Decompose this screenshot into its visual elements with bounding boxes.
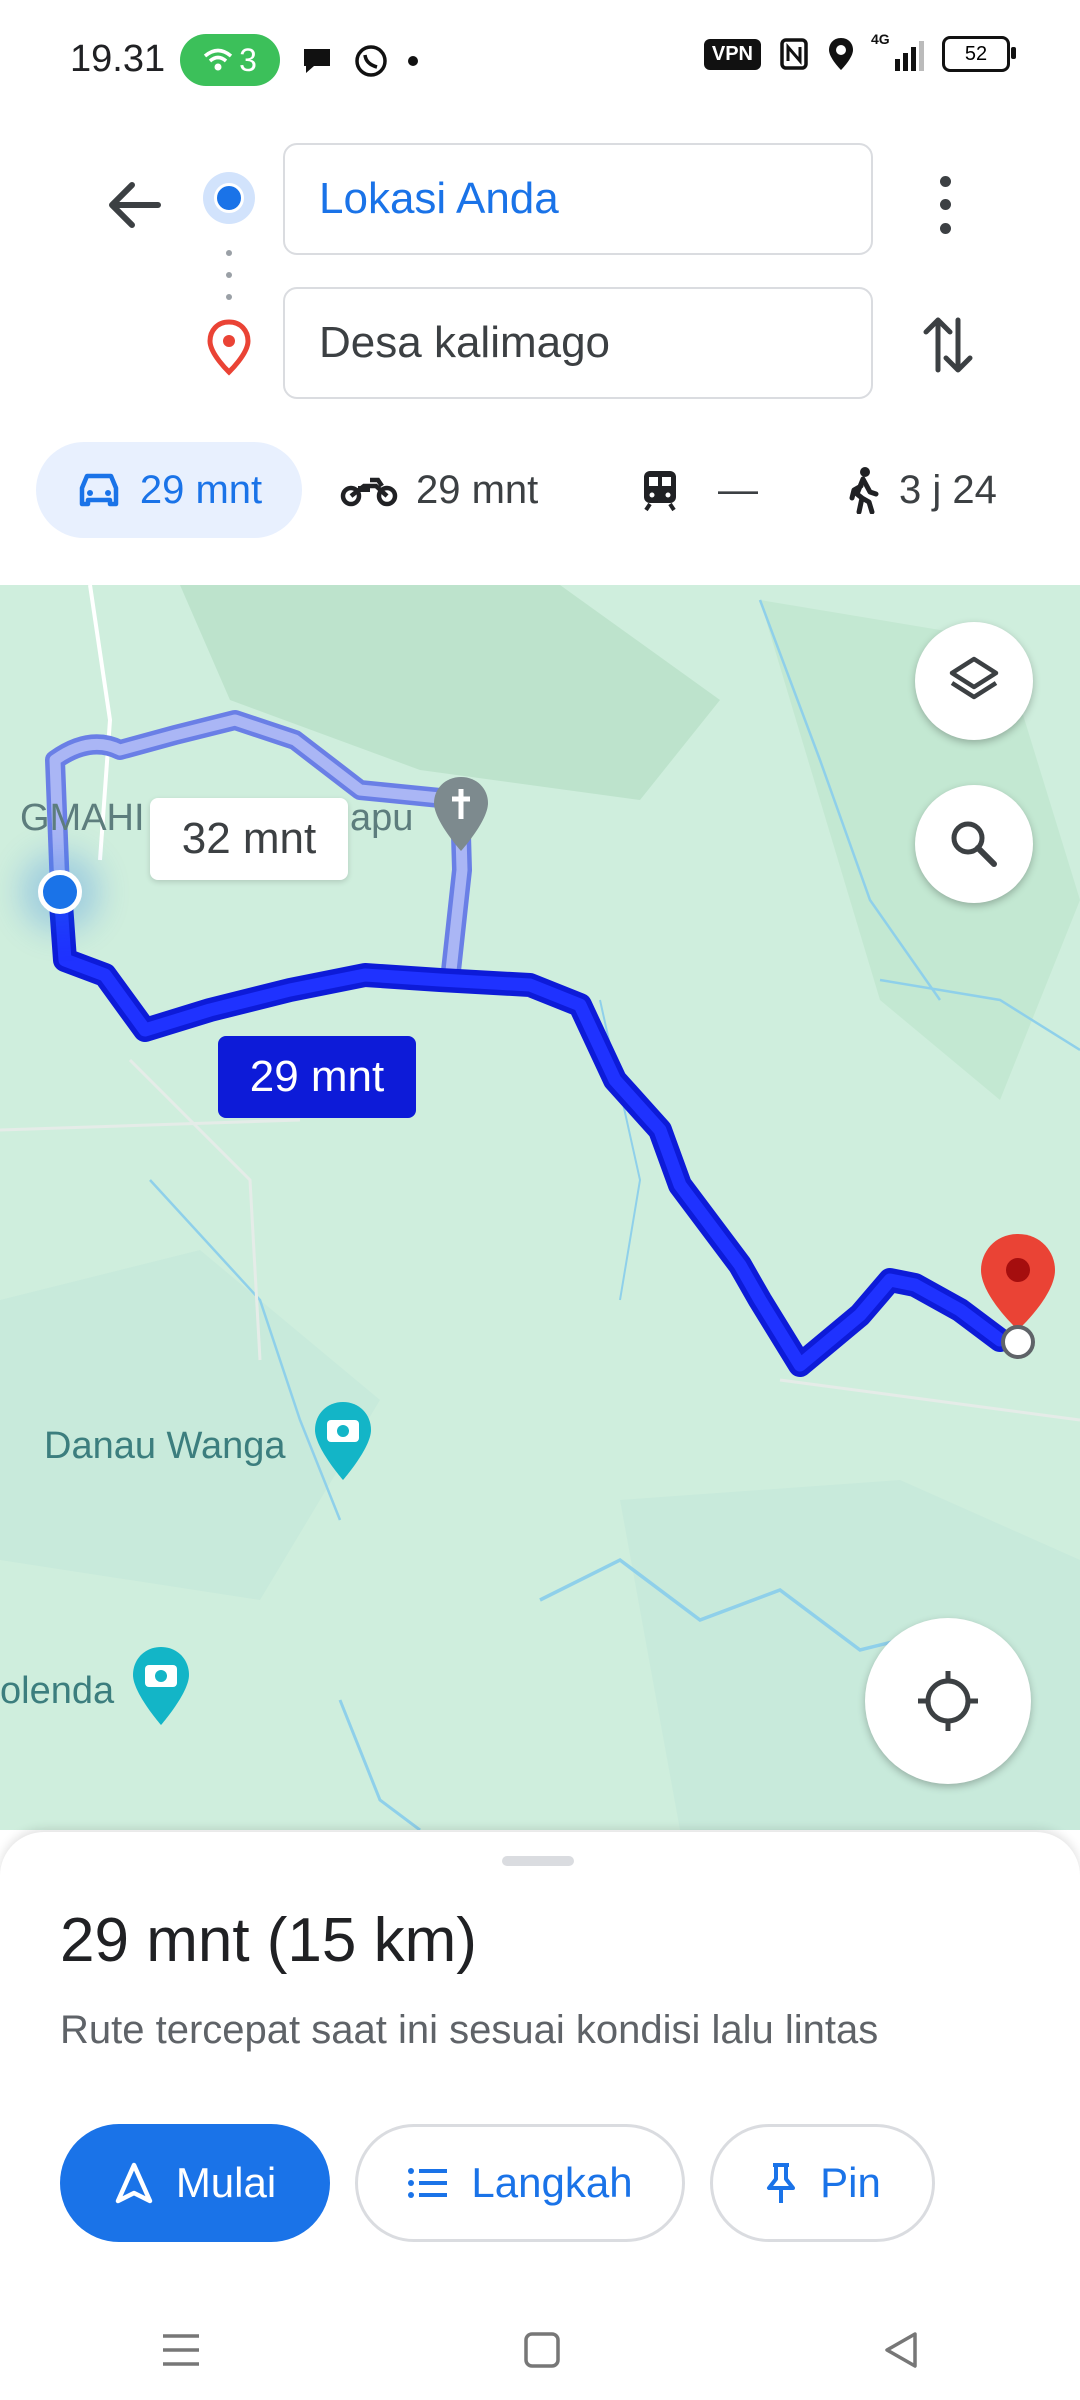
route-connector [226, 250, 232, 300]
wifi-icon [203, 48, 233, 71]
more-options-icon[interactable] [930, 170, 960, 240]
mode-tab-transit[interactable]: — [640, 442, 758, 538]
home-nav-icon[interactable] [522, 2330, 562, 2370]
mode-label-walk: 3 j 24 [899, 467, 997, 512]
network-type: 4G [871, 31, 890, 47]
current-location-marker [38, 870, 82, 914]
destination-marker-icon [981, 1234, 1055, 1359]
steps-button-label: Langkah [471, 2159, 633, 2206]
back-nav-icon[interactable] [881, 2330, 921, 2370]
my-location-button[interactable] [865, 1618, 1031, 1784]
destination-pin-icon [207, 319, 251, 376]
main-route-label[interactable]: 29 mnt [218, 1036, 416, 1118]
motorcycle-icon [340, 477, 398, 507]
wifi-badge: 3 [180, 34, 280, 86]
wifi-count: 3 [239, 41, 257, 78]
walking-icon [849, 467, 879, 514]
system-nav-bar [0, 2300, 1080, 2400]
map-label: GMAHI [20, 797, 145, 839]
layers-icon [949, 656, 999, 700]
map-label: olenda [0, 1670, 115, 1712]
whatsapp-icon [355, 45, 387, 77]
map-label: apu [350, 797, 414, 839]
mode-label-car: 29 mnt [139, 467, 263, 512]
sheet-drag-handle[interactable] [502, 1856, 574, 1866]
pushpin-icon [767, 2163, 796, 2203]
start-button-label: Mulai [175, 2159, 277, 2206]
nfc-icon [780, 38, 808, 70]
route-description: Rute tercepat saat ini sesuai kondisi la… [60, 2008, 879, 2052]
mode-tab-walk[interactable]: 3 j 24 [845, 442, 997, 538]
status-time: 19.31 [70, 38, 166, 80]
chat-bubble-icon [304, 49, 330, 73]
crosshair-icon [918, 1671, 978, 1731]
start-button[interactable]: Mulai [60, 2124, 330, 2242]
notification-icons [300, 44, 418, 78]
camera-poi-icon [133, 1647, 189, 1725]
signal-icon: 4G [871, 31, 924, 71]
car-icon [79, 473, 119, 507]
map-label-lake: Danau Wanga [44, 1425, 286, 1467]
origin-marker-icon [203, 172, 255, 224]
camera-poi-icon [315, 1402, 371, 1480]
mode-label-motorcycle: 29 mnt [416, 467, 539, 512]
pin-button[interactable]: Pin [710, 2124, 935, 2242]
mode-tab-motorcycle[interactable]: 29 mnt [340, 442, 538, 538]
destination-input[interactable]: Desa kalimago [283, 287, 873, 399]
battery-icon: 52 [942, 36, 1016, 72]
status-right: VPN 4G 52 [703, 31, 1016, 72]
navigation-arrow-icon [115, 2162, 153, 2204]
location-icon [829, 38, 853, 70]
steps-button[interactable]: Langkah [355, 2124, 685, 2242]
dot-indicator-icon [408, 56, 418, 66]
mode-tab-car[interactable]: 29 mnt [36, 442, 302, 538]
menu-nav-icon[interactable] [159, 2330, 203, 2370]
route-eta: 29 mnt (15 km) [60, 1906, 477, 1975]
battery-level: 52 [964, 42, 988, 65]
origin-input[interactable]: Lokasi Anda [283, 143, 873, 255]
layers-button[interactable] [915, 622, 1033, 740]
back-arrow-icon[interactable] [100, 170, 170, 240]
pin-button-label: Pin [820, 2159, 881, 2206]
mode-label-transit: — [718, 467, 758, 512]
alt-route-label[interactable]: 32 mnt [150, 798, 348, 880]
train-icon [644, 471, 676, 512]
swap-icon[interactable] [918, 310, 978, 380]
cemetery-pin-icon [434, 777, 488, 851]
search-icon [951, 821, 997, 867]
vpn-badge: VPN [703, 38, 761, 70]
search-button[interactable] [915, 785, 1033, 903]
list-icon [408, 2168, 448, 2198]
